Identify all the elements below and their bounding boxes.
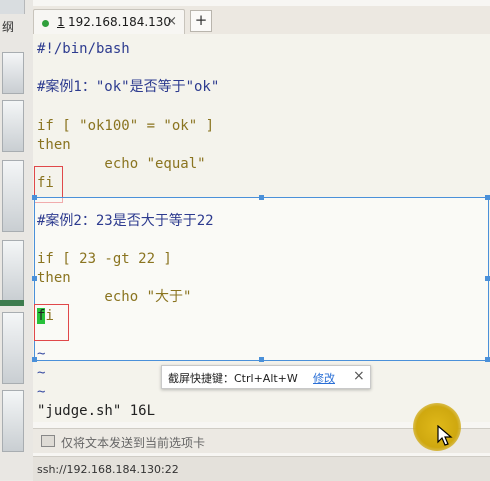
- code-line: #案例1："ok"是否等于"ok": [37, 79, 220, 95]
- command-bar-text: 仅将文本发送到当前选项卡: [61, 436, 206, 450]
- new-tab-button[interactable]: +: [190, 10, 212, 32]
- strip-thumbnail: [2, 312, 24, 384]
- annotation-box: [34, 304, 69, 341]
- code-line: if [ 23 -gt 22 ]: [37, 251, 172, 267]
- terminal-window: 1 192.168.184.130 × + #!/bin/bash #案例1："…: [32, 0, 490, 481]
- screenshot-shortcut-tooltip: 截屏快捷键：Ctrl+Alt+W 修改 ×: [161, 365, 371, 389]
- selection-handle[interactable]: [32, 195, 37, 200]
- terminal-editor[interactable]: #!/bin/bash #案例1："ok"是否等于"ok" if [ "ok10…: [32, 34, 490, 422]
- selection-handle[interactable]: [485, 195, 490, 200]
- code-line: then: [37, 270, 71, 286]
- code-line: then: [37, 137, 71, 153]
- status-bar: ssh://192.168.184.130:22: [33, 456, 490, 481]
- strip-bar: [0, 300, 24, 306]
- strip-segment: [0, 0, 25, 14]
- selection-handle[interactable]: [485, 276, 490, 281]
- tooltip-text: 截屏快捷键：Ctrl+Alt+W: [168, 372, 298, 385]
- modify-link[interactable]: 修改: [313, 370, 335, 386]
- strip-thumbnail: [2, 390, 24, 452]
- background-desktop-strip: 纲: [0, 0, 33, 480]
- strip-thumbnail: [2, 240, 24, 302]
- session-tab[interactable]: 1 192.168.184.130 ×: [33, 9, 185, 35]
- connected-status-icon: [42, 20, 49, 27]
- selection-handle[interactable]: [259, 357, 264, 362]
- empty-line-marker: ~: [37, 346, 46, 362]
- selection-handle[interactable]: [259, 195, 264, 200]
- code-line: if [ "ok100" = "ok" ]: [37, 118, 215, 134]
- close-icon[interactable]: ×: [166, 14, 177, 29]
- close-icon[interactable]: ×: [353, 368, 365, 384]
- code-line: #案例2：23是否大于等于22: [37, 213, 214, 229]
- empty-line-marker: ~: [37, 384, 46, 400]
- strip-thumbnail: [2, 160, 24, 232]
- strip-thumbnail: [2, 100, 24, 152]
- empty-line-marker: ~: [37, 365, 46, 381]
- tab-index: 1: [57, 15, 65, 29]
- tab-bar: 1 192.168.184.130 × +: [33, 6, 490, 35]
- connection-address: ssh://192.168.184.130:22: [37, 463, 179, 476]
- vim-status-line: "judge.sh" 16L: [37, 403, 156, 419]
- code-line: #!/bin/bash: [37, 41, 130, 57]
- strip-thumbnail: [2, 52, 24, 94]
- tab-title: 192.168.184.130: [68, 15, 172, 29]
- strip-char: 纲: [2, 20, 15, 34]
- send-icon: [41, 435, 55, 447]
- mouse-pointer-icon: [437, 425, 453, 446]
- selection-handle[interactable]: [485, 357, 490, 362]
